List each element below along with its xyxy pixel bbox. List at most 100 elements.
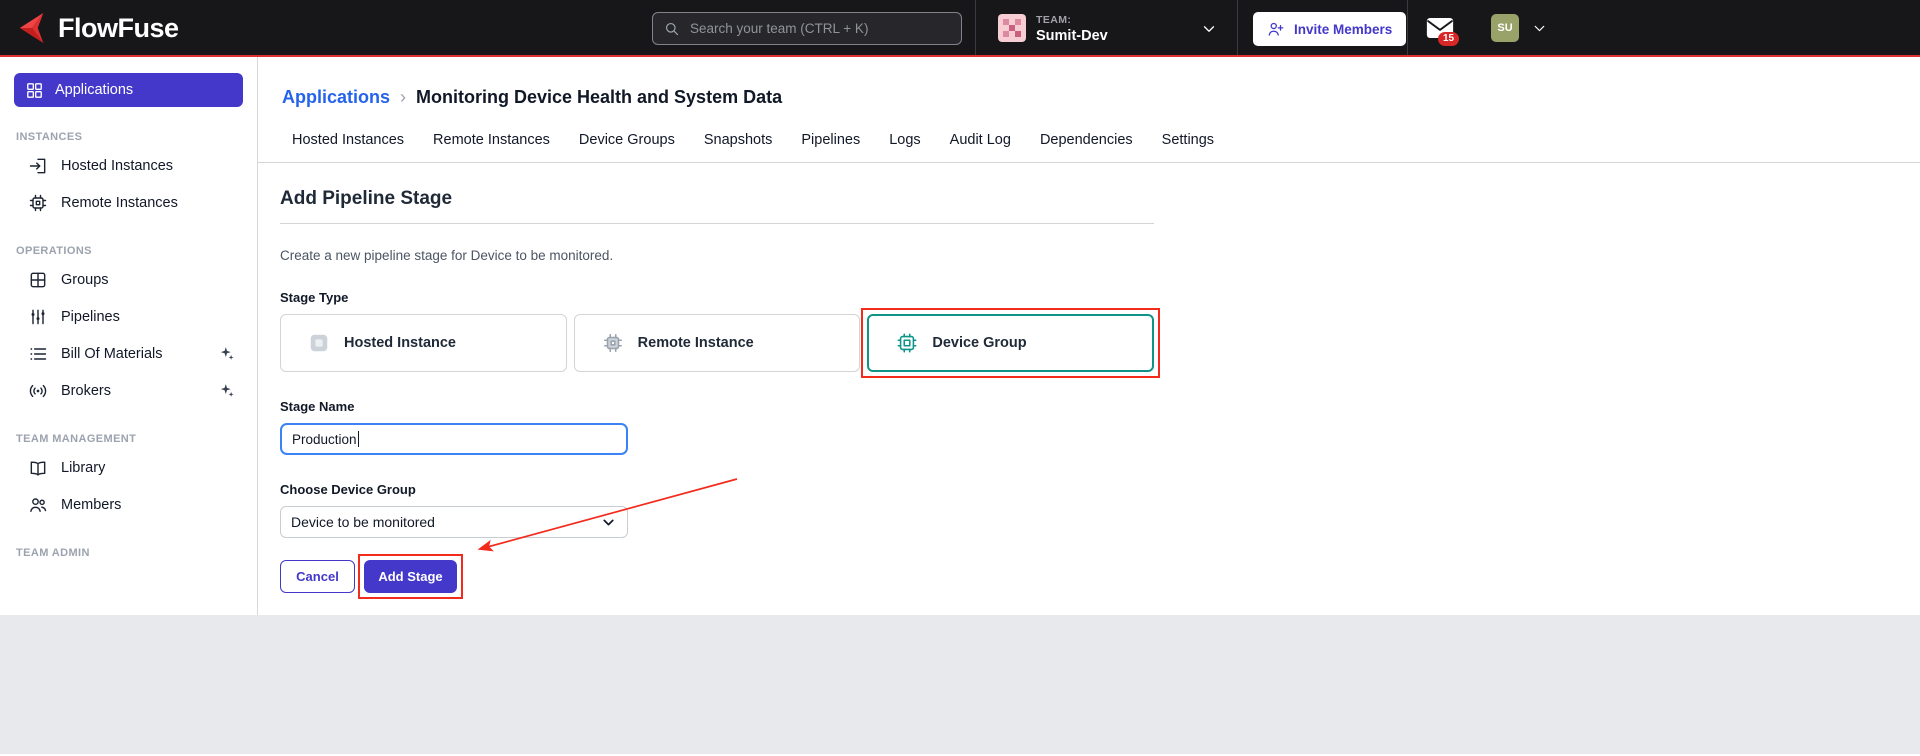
flowfuse-logo-icon [16, 11, 50, 45]
header-divider [1407, 0, 1408, 55]
header-divider [975, 0, 976, 55]
invite-members-label: Invite Members [1294, 22, 1392, 37]
sidebar-section-operations: OPERATIONS [16, 245, 243, 257]
stage-type-label: Stage Type [280, 290, 1154, 305]
application-tabs: Hosted Instances Remote Instances Device… [258, 132, 1920, 163]
team-label: TEAM: [1036, 14, 1108, 26]
applications-grid-icon [25, 81, 44, 100]
top-navigation-bar: FlowFuse TEAM: Sumit-Dev Invite Members [0, 0, 1920, 57]
user-plus-icon [1267, 20, 1285, 38]
sidebar-item-label: Bill Of Materials [61, 346, 163, 362]
device-group-select[interactable]: Device to be monitored [280, 506, 628, 538]
team-selector[interactable]: TEAM: Sumit-Dev [998, 14, 1108, 44]
stage-type-device-group[interactable]: Device Group [867, 314, 1154, 372]
stage-type-option-label: Hosted Instance [344, 335, 456, 351]
workspace: Applications INSTANCES Hosted Instances … [0, 57, 1920, 615]
sidebar-section-team-management: TEAM MANAGEMENT [16, 433, 243, 445]
cancel-button[interactable]: Cancel [280, 560, 355, 593]
sidebar-item-remote-instances[interactable]: Remote Instances [14, 184, 243, 221]
pipelines-icon [28, 307, 48, 327]
sidebar-item-label: Groups [61, 272, 109, 288]
remote-instance-chip-icon [602, 332, 624, 354]
search-icon [663, 20, 680, 37]
add-stage-button[interactable]: Add Stage [364, 560, 457, 593]
device-group-chip-icon [896, 332, 918, 354]
tab-dependencies[interactable]: Dependencies [1040, 132, 1133, 162]
sidebar-item-hosted-instances[interactable]: Hosted Instances [14, 147, 243, 184]
brand-name: FlowFuse [58, 13, 179, 44]
tab-audit-log[interactable]: Audit Log [950, 132, 1011, 162]
sidebar-item-library[interactable]: Library [14, 449, 243, 486]
sidebar-item-applications[interactable]: Applications [14, 73, 243, 107]
chevron-down-icon[interactable] [1200, 20, 1218, 38]
team-avatar [998, 14, 1026, 42]
sidebar-item-bill-of-materials[interactable]: Bill Of Materials [14, 335, 243, 372]
tab-remote-instances[interactable]: Remote Instances [433, 132, 550, 162]
breadcrumb-current-page: Monitoring Device Health and System Data [416, 87, 782, 108]
team-search [652, 12, 962, 45]
breadcrumb-separator: › [400, 87, 406, 108]
tab-logs[interactable]: Logs [889, 132, 920, 162]
form-description: Create a new pipeline stage for Device t… [280, 248, 1154, 263]
sidebar-item-label: Members [61, 497, 121, 513]
flowfuse-logo[interactable]: FlowFuse [16, 11, 179, 45]
stage-name-value: Production [292, 432, 357, 447]
main-content: Applications › Monitoring Device Health … [258, 57, 1920, 615]
text-cursor [358, 431, 359, 447]
notification-badge: 15 [1438, 32, 1459, 46]
brokers-broadcast-icon [28, 381, 48, 401]
library-book-icon [28, 458, 48, 478]
tab-snapshots[interactable]: Snapshots [704, 132, 773, 162]
form-actions: Cancel Add Stage [280, 560, 1154, 593]
add-pipeline-stage-form: Add Pipeline Stage Create a new pipeline… [258, 163, 1920, 593]
sidebar-item-brokers[interactable]: Brokers [14, 372, 243, 409]
header-divider [1237, 0, 1238, 55]
tab-settings[interactable]: Settings [1162, 132, 1214, 162]
divider [280, 223, 1154, 224]
sidebar-item-label: Library [61, 460, 105, 476]
sidebar-item-groups[interactable]: Groups [14, 261, 243, 298]
sidebar: Applications INSTANCES Hosted Instances … [0, 57, 258, 615]
members-users-icon [28, 495, 48, 515]
stage-name-label: Stage Name [280, 399, 1154, 414]
user-avatar: SU [1491, 14, 1519, 42]
stage-type-option-label: Device Group [932, 335, 1026, 351]
sidebar-item-members[interactable]: Members [14, 486, 243, 523]
search-input[interactable] [688, 20, 951, 37]
bill-of-materials-icon [28, 344, 48, 364]
sidebar-item-label: Hosted Instances [61, 158, 173, 174]
sidebar-item-label: Remote Instances [61, 195, 178, 211]
breadcrumb-applications-link[interactable]: Applications [282, 87, 390, 108]
tab-pipelines[interactable]: Pipelines [801, 132, 860, 162]
sparkle-icon [218, 345, 235, 362]
sidebar-item-label: Applications [55, 82, 133, 98]
tab-device-groups[interactable]: Device Groups [579, 132, 675, 162]
sidebar-item-pipelines[interactable]: Pipelines [14, 298, 243, 335]
form-title: Add Pipeline Stage [280, 188, 1154, 210]
tab-hosted-instances[interactable]: Hosted Instances [292, 132, 404, 162]
user-menu[interactable]: SU [1491, 14, 1548, 42]
hosted-instance-icon [308, 332, 330, 354]
sidebar-item-label: Pipelines [61, 309, 120, 325]
groups-icon [28, 270, 48, 290]
sidebar-item-label: Brokers [61, 383, 111, 399]
hosted-instances-icon [28, 156, 48, 176]
invite-members-button[interactable]: Invite Members [1253, 12, 1406, 46]
stage-type-remote-instance[interactable]: Remote Instance [574, 314, 861, 372]
notifications-button[interactable]: 15 [1425, 15, 1461, 49]
breadcrumb: Applications › Monitoring Device Health … [282, 87, 1920, 108]
page-bottom-background [0, 615, 1920, 754]
stage-type-options: Hosted Instance Remote Instance [280, 314, 1154, 372]
sidebar-section-instances: INSTANCES [16, 131, 243, 143]
chip-icon [28, 193, 48, 213]
chevron-down-icon[interactable] [1531, 20, 1548, 37]
team-name: Sumit-Dev [1036, 28, 1108, 44]
sparkle-icon [218, 382, 235, 399]
stage-type-option-label: Remote Instance [638, 335, 754, 351]
sidebar-section-team-admin: TEAM ADMIN [16, 547, 243, 559]
stage-type-hosted-instance[interactable]: Hosted Instance [280, 314, 567, 372]
chevron-down-icon [600, 514, 617, 531]
stage-name-input[interactable]: Production [280, 423, 628, 455]
device-group-selected-value: Device to be monitored [291, 514, 435, 530]
choose-device-group-label: Choose Device Group [280, 482, 1154, 497]
